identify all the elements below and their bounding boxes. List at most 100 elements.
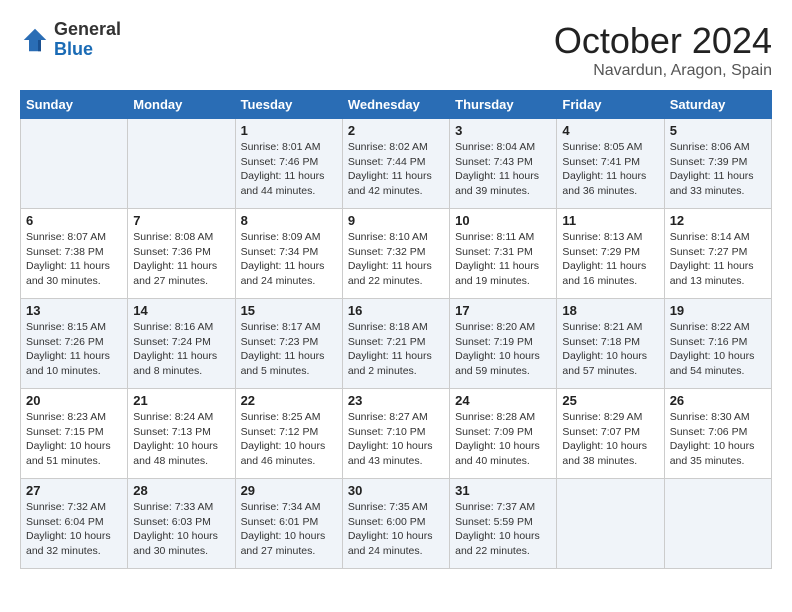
calendar-cell: 29 Sunrise: 7:34 AM Sunset: 6:01 PM Dayli…: [235, 479, 342, 569]
day-info: Sunrise: 8:21 AM Sunset: 7:18 PM Dayligh…: [562, 320, 658, 379]
day-info: Sunrise: 8:25 AM Sunset: 7:12 PM Dayligh…: [241, 410, 337, 469]
calendar-cell: 30Sunrise: 7:35 AM Sunset: 6:00 PM Dayli…: [342, 479, 449, 569]
day-info: Sunrise: 8:20 AM Sunset: 7:19 PM Dayligh…: [455, 320, 551, 379]
weekday-header-thursday: Thursday: [450, 91, 557, 119]
day-info: Sunrise: 8:07 AM Sunset: 7:38 PM Dayligh…: [26, 230, 122, 289]
day-number: 13: [26, 303, 122, 318]
weekday-header-saturday: Saturday: [664, 91, 771, 119]
calendar-cell: 28 Sunrise: 7:33 AM Sunset: 6:03 PM Dayli…: [128, 479, 235, 569]
day-info: Sunrise: 8:08 AM Sunset: 7:36 PM Dayligh…: [133, 230, 229, 289]
calendar-cell: 8Sunrise: 8:09 AM Sunset: 7:34 PM Daylig…: [235, 209, 342, 299]
day-info: Sunrise: 7:34 AM Sunset: 6:01 PM Dayligh…: [241, 500, 337, 559]
calendar-cell: 15Sunrise: 8:17 AM Sunset: 7:23 PM Dayli…: [235, 299, 342, 389]
day-info: Sunrise: 8:15 AM Sunset: 7:26 PM Dayligh…: [26, 320, 122, 379]
day-number: 19: [670, 303, 766, 318]
title-block: October 2024 Navardun, Aragon, Spain: [554, 20, 772, 80]
day-info: Sunrise: 8:29 AM Sunset: 7:07 PM Dayligh…: [562, 410, 658, 469]
day-number: 17: [455, 303, 551, 318]
day-number: 2: [348, 123, 444, 138]
calendar-cell: 16 Sunrise: 8:18 AM Sunset: 7:21 PM Dayli…: [342, 299, 449, 389]
calendar-week-row: 13 Sunrise: 8:15 AM Sunset: 7:26 PM Dayli…: [21, 299, 772, 389]
day-number: 12: [670, 213, 766, 228]
calendar-cell: 19 Sunrise: 8:22 AM Sunset: 7:16 PM Dayli…: [664, 299, 771, 389]
day-info: Sunrise: 8:06 AM Sunset: 7:39 PM Dayligh…: [670, 140, 766, 199]
day-number: 29: [241, 483, 337, 498]
day-number: 1: [241, 123, 337, 138]
day-number: 9: [348, 213, 444, 228]
calendar-cell: [557, 479, 664, 569]
calendar-body: 1 Sunrise: 8:01 AM Sunset: 7:46 PM Daylig…: [21, 119, 772, 569]
day-info: Sunrise: 8:24 AM Sunset: 7:13 PM Dayligh…: [133, 410, 229, 469]
calendar-cell: 18 Sunrise: 8:21 AM Sunset: 7:18 PM Dayli…: [557, 299, 664, 389]
day-number: 28: [133, 483, 229, 498]
calendar-cell: 10Sunrise: 8:11 AM Sunset: 7:31 PM Dayli…: [450, 209, 557, 299]
day-number: 30: [348, 483, 444, 498]
calendar-cell: 7 Sunrise: 8:08 AM Sunset: 7:36 PM Daylig…: [128, 209, 235, 299]
location: Navardun, Aragon, Spain: [554, 62, 772, 80]
calendar-cell: 11 Sunrise: 8:13 AM Sunset: 7:29 PM Dayli…: [557, 209, 664, 299]
calendar-cell: 1 Sunrise: 8:01 AM Sunset: 7:46 PM Daylig…: [235, 119, 342, 209]
calendar-cell: 31 Sunrise: 7:37 AM Sunset: 5:59 PM Dayli…: [450, 479, 557, 569]
day-info: Sunrise: 7:32 AM Sunset: 6:04 PM Dayligh…: [26, 500, 122, 559]
day-number: 21: [133, 393, 229, 408]
calendar-cell: [21, 119, 128, 209]
calendar-cell: 5Sunrise: 8:06 AM Sunset: 7:39 PM Daylig…: [664, 119, 771, 209]
calendar-cell: 14Sunrise: 8:16 AM Sunset: 7:24 PM Dayli…: [128, 299, 235, 389]
weekday-header-monday: Monday: [128, 91, 235, 119]
calendar-cell: 26 Sunrise: 8:30 AM Sunset: 7:06 PM Dayli…: [664, 389, 771, 479]
day-info: Sunrise: 8:01 AM Sunset: 7:46 PM Dayligh…: [241, 140, 337, 199]
day-info: Sunrise: 8:16 AM Sunset: 7:24 PM Dayligh…: [133, 320, 229, 379]
calendar-week-row: 27 Sunrise: 7:32 AM Sunset: 6:04 PM Dayli…: [21, 479, 772, 569]
calendar-cell: [128, 119, 235, 209]
day-info: Sunrise: 7:33 AM Sunset: 6:03 PM Dayligh…: [133, 500, 229, 559]
day-number: 23: [348, 393, 444, 408]
weekday-header-sunday: Sunday: [21, 91, 128, 119]
day-number: 26: [670, 393, 766, 408]
day-number: 16: [348, 303, 444, 318]
logo-general-text: General: [54, 19, 121, 39]
calendar-week-row: 20Sunrise: 8:23 AM Sunset: 7:15 PM Dayli…: [21, 389, 772, 479]
day-info: Sunrise: 8:28 AM Sunset: 7:09 PM Dayligh…: [455, 410, 551, 469]
weekday-header-tuesday: Tuesday: [235, 91, 342, 119]
day-info: Sunrise: 8:02 AM Sunset: 7:44 PM Dayligh…: [348, 140, 444, 199]
day-number: 3: [455, 123, 551, 138]
day-number: 31: [455, 483, 551, 498]
calendar-cell: 22Sunrise: 8:25 AM Sunset: 7:12 PM Dayli…: [235, 389, 342, 479]
weekday-header-wednesday: Wednesday: [342, 91, 449, 119]
calendar-cell: 6 Sunrise: 8:07 AM Sunset: 7:38 PM Daylig…: [21, 209, 128, 299]
day-info: Sunrise: 8:10 AM Sunset: 7:32 PM Dayligh…: [348, 230, 444, 289]
calendar-cell: 12Sunrise: 8:14 AM Sunset: 7:27 PM Dayli…: [664, 209, 771, 299]
day-info: Sunrise: 8:04 AM Sunset: 7:43 PM Dayligh…: [455, 140, 551, 199]
calendar-cell: 23Sunrise: 8:27 AM Sunset: 7:10 PM Dayli…: [342, 389, 449, 479]
day-number: 6: [26, 213, 122, 228]
month-title: October 2024: [554, 20, 772, 62]
calendar-cell: 13 Sunrise: 8:15 AM Sunset: 7:26 PM Dayli…: [21, 299, 128, 389]
day-number: 15: [241, 303, 337, 318]
calendar-cell: 2 Sunrise: 8:02 AM Sunset: 7:44 PM Daylig…: [342, 119, 449, 209]
logo-blue-text: Blue: [54, 39, 93, 59]
calendar-cell: [664, 479, 771, 569]
day-number: 4: [562, 123, 658, 138]
day-info: Sunrise: 8:30 AM Sunset: 7:06 PM Dayligh…: [670, 410, 766, 469]
calendar-week-row: 1 Sunrise: 8:01 AM Sunset: 7:46 PM Daylig…: [21, 119, 772, 209]
calendar-cell: 25Sunrise: 8:29 AM Sunset: 7:07 PM Dayli…: [557, 389, 664, 479]
calendar-cell: 4Sunrise: 8:05 AM Sunset: 7:41 PM Daylig…: [557, 119, 664, 209]
weekday-header-friday: Friday: [557, 91, 664, 119]
day-info: Sunrise: 7:37 AM Sunset: 5:59 PM Dayligh…: [455, 500, 551, 559]
day-info: Sunrise: 8:09 AM Sunset: 7:34 PM Dayligh…: [241, 230, 337, 289]
calendar-cell: 21 Sunrise: 8:24 AM Sunset: 7:13 PM Dayli…: [128, 389, 235, 479]
day-number: 7: [133, 213, 229, 228]
logo-icon: [20, 25, 50, 55]
day-number: 27: [26, 483, 122, 498]
calendar-week-row: 6 Sunrise: 8:07 AM Sunset: 7:38 PM Daylig…: [21, 209, 772, 299]
weekday-header-row: SundayMondayTuesdayWednesdayThursdayFrid…: [21, 91, 772, 119]
day-info: Sunrise: 8:18 AM Sunset: 7:21 PM Dayligh…: [348, 320, 444, 379]
day-info: Sunrise: 8:13 AM Sunset: 7:29 PM Dayligh…: [562, 230, 658, 289]
day-number: 11: [562, 213, 658, 228]
calendar-cell: 27 Sunrise: 7:32 AM Sunset: 6:04 PM Dayli…: [21, 479, 128, 569]
calendar-cell: 9 Sunrise: 8:10 AM Sunset: 7:32 PM Daylig…: [342, 209, 449, 299]
day-number: 18: [562, 303, 658, 318]
calendar-cell: 20Sunrise: 8:23 AM Sunset: 7:15 PM Dayli…: [21, 389, 128, 479]
day-info: Sunrise: 8:22 AM Sunset: 7:16 PM Dayligh…: [670, 320, 766, 379]
day-info: Sunrise: 8:23 AM Sunset: 7:15 PM Dayligh…: [26, 410, 122, 469]
